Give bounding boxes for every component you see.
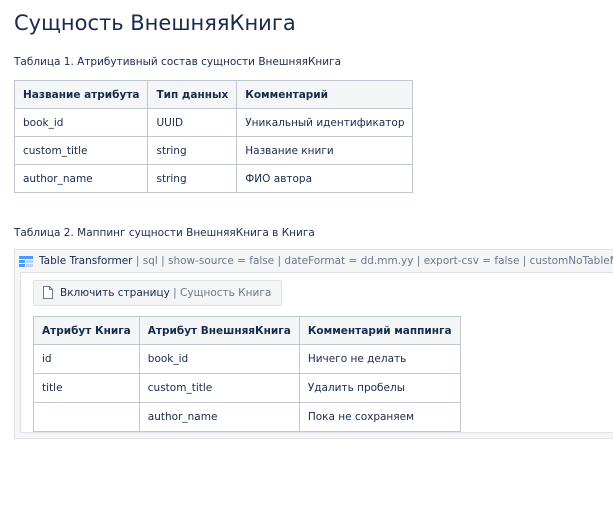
- column-header: Название атрибута: [13, 80, 149, 109]
- table-transformer-icon: [19, 256, 33, 267]
- column-header: Тип данных: [147, 80, 238, 109]
- column-header: Комментарий маппинга: [298, 316, 461, 345]
- table-cell: author_name: [138, 402, 300, 432]
- column-header: Комментарий: [236, 80, 414, 109]
- table-row: book_id UUID Уникальный идентификатор: [13, 108, 414, 137]
- include-page-link[interactable]: Сущность Книга: [180, 287, 271, 299]
- macro-params: | sql | show-source = false | dateFormat…: [132, 255, 613, 267]
- table-cell: book_id: [13, 108, 149, 137]
- include-page-label: Включить страницу: [60, 287, 170, 299]
- table-row: title custom_title Удалить пробелы: [33, 373, 461, 403]
- table-row: author_name Пока не сохраняем: [33, 402, 461, 432]
- table-cell: custom_title: [138, 373, 300, 403]
- table-cell: title: [33, 373, 140, 403]
- attributes-table: Название атрибута Тип данных Комментарий…: [13, 80, 414, 193]
- table-cell: Ничего не делать: [298, 344, 461, 374]
- table-cell: [33, 402, 140, 432]
- table-row: author_name string ФИО автора: [13, 164, 414, 193]
- table-header-row: Атрибут Книга Атрибут ВнешняяКнига Комме…: [33, 316, 461, 345]
- table-cell: string: [147, 164, 238, 193]
- table-cell: Пока не сохраняем: [298, 402, 461, 432]
- column-header: Атрибут ВнешняяКнига: [138, 316, 300, 345]
- table-cell: ФИО автора: [236, 164, 414, 193]
- table-row: custom_title string Название книги: [13, 136, 414, 165]
- table-header-row: Название атрибута Тип данных Комментарий: [13, 80, 414, 109]
- macro-name: Table Transformer: [39, 255, 133, 267]
- page-title: Сущность ВнешняяКнига: [14, 11, 296, 35]
- include-page-button[interactable]: Включить страницу | Сущность Книга: [33, 280, 283, 306]
- table2-caption: Таблица 2. Маппинг сущности ВнешняяКнига…: [14, 227, 315, 239]
- table-cell: custom_title: [13, 136, 149, 165]
- macro-title: Table Transformer | sql | show-source = …: [39, 250, 613, 272]
- table-cell: Удалить пробелы: [298, 373, 461, 403]
- mapping-table: Атрибут Книга Атрибут ВнешняяКнига Комме…: [33, 316, 461, 432]
- table-cell: id: [33, 344, 140, 374]
- table-cell: author_name: [13, 164, 149, 193]
- include-separator: |: [169, 287, 181, 299]
- table-cell: Название книги: [236, 136, 414, 165]
- page-icon: [43, 286, 53, 299]
- column-header: Атрибут Книга: [33, 316, 140, 345]
- table-cell: UUID: [147, 108, 238, 137]
- table-cell: book_id: [138, 344, 300, 374]
- table-transformer-macro: Table Transformer | sql | show-source = …: [14, 249, 613, 439]
- table-cell: Уникальный идентификатор: [236, 108, 414, 137]
- table-row: id book_id Ничего не делать: [33, 344, 461, 374]
- table-cell: string: [147, 136, 238, 165]
- macro-header: Table Transformer | sql | show-source = …: [15, 250, 613, 272]
- table1-caption: Таблица 1. Атрибутивный состав сущности …: [14, 56, 342, 68]
- macro-body: Включить страницу | Сущность Книга Атриб…: [20, 272, 613, 433]
